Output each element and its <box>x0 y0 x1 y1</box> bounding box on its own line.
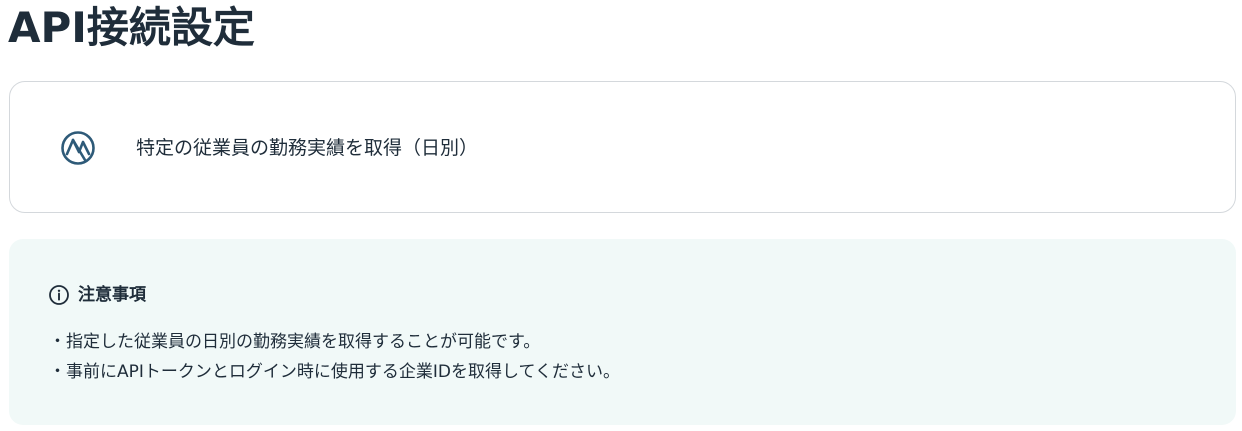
notice-title: 注意事項 <box>78 285 146 305</box>
notice-item: ・指定した従業員の日別の勤務実績を取得することが可能です。 <box>49 332 541 352</box>
page-title: API接続設定 <box>8 3 255 52</box>
api-action-card[interactable]: 特定の従業員の勤務実績を取得（日別） <box>9 81 1236 213</box>
notice-header: 注意事項 <box>48 283 146 307</box>
notice-panel: 注意事項 ・指定した従業員の日別の勤務実績を取得することが可能です。 ・事前にA… <box>9 239 1236 425</box>
notice-item: ・事前にAPIトークンとログイン時に使用する企業IDを取得してください。 <box>49 362 620 382</box>
notice-list: ・指定した従業員の日別の勤務実績を取得することが可能です。 ・事前にAPIトーク… <box>49 327 620 387</box>
info-icon <box>48 284 70 306</box>
api-action-label: 特定の従業員の勤務実績を取得（日別） <box>136 137 479 159</box>
service-logo-icon <box>60 130 96 166</box>
